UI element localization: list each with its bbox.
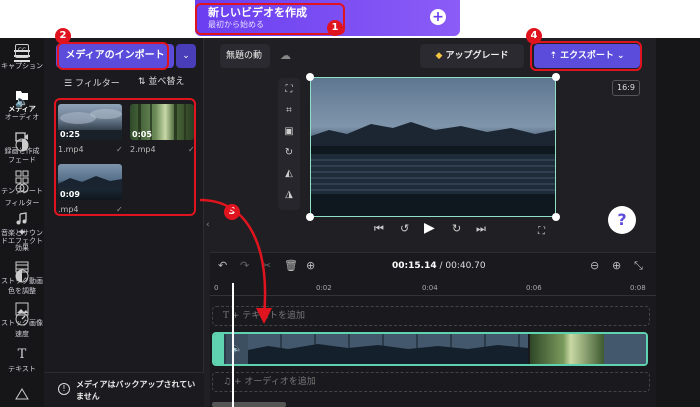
music-icon [16, 212, 27, 225]
resize-handle[interactable] [306, 73, 314, 81]
help-button[interactable]: ? [608, 206, 636, 234]
filter-icon: ☰ [64, 79, 73, 89]
annotation-arrow [199, 198, 272, 324]
ruler-tick: 0:04 [422, 284, 438, 292]
rail-item-speed[interactable]: 速度 [0, 312, 44, 339]
timeline-scrollbar[interactable] [212, 402, 286, 407]
rail-item-label: 色を調整 [8, 287, 36, 295]
sidebar-item-text[interactable]: T テキスト [0, 347, 44, 374]
upgrade-button[interactable]: ◆ アップグレード [420, 44, 524, 68]
right-properties-rail [656, 38, 700, 407]
speedometer-icon [15, 312, 29, 326]
fade-icon [15, 138, 29, 152]
chevron-down-icon[interactable]: ⌄ [176, 44, 196, 68]
info-icon: ! [58, 383, 70, 395]
rail-item-label: 効果 [15, 244, 29, 252]
resize-handle[interactable] [306, 213, 314, 221]
video-preview[interactable] [306, 73, 560, 221]
volume-icon: 🔈 [15, 95, 29, 108]
total-time: / 00:40.70 [439, 261, 486, 271]
ruler-tick: 0:02 [316, 284, 332, 292]
current-time: 00:15.14 [392, 261, 437, 271]
add-audio-label: + オーディオを追加 [233, 377, 316, 387]
ruler-tick: 0:06 [526, 284, 542, 292]
sidebar-item-label: テキスト [8, 365, 36, 373]
contrast-icon [15, 269, 29, 283]
project-title[interactable]: 無題の動 [220, 44, 270, 68]
sidebar-item-more[interactable] [0, 388, 44, 405]
rail-item-label: フィルター [4, 199, 40, 207]
rail-item-captions[interactable]: CC キャプション [0, 44, 44, 71]
preview-frame [311, 78, 555, 216]
shapes-icon [15, 388, 29, 400]
backup-notice[interactable]: ! メディアはバックアップされていません [44, 372, 204, 407]
timecode: 00:15.14 / 00:40.70 [392, 261, 486, 271]
rewind-5-icon[interactable]: ↺ [400, 222, 409, 235]
clip-frames [604, 334, 646, 364]
zoom-out-icon[interactable]: ⊖ [590, 259, 599, 272]
rail-item-filters[interactable]: フィルター [0, 181, 44, 208]
fit-timeline-icon[interactable]: ⤡ [634, 259, 643, 273]
diamond-icon: ◆ [435, 51, 443, 61]
annotation-badge: 2 [55, 28, 71, 44]
forward-5-icon[interactable]: ↻ [452, 222, 461, 235]
flip-horizontal-icon[interactable]: ◭ [283, 168, 295, 180]
annotation-box [54, 98, 196, 216]
rotate-icon[interactable]: ↻ [283, 147, 295, 159]
rail-item-effects[interactable]: ✦ 効果 [0, 226, 44, 253]
filter-circles-icon [15, 183, 29, 193]
filter-button[interactable]: ☰ フィルター [64, 76, 120, 89]
annotation-box [195, 3, 345, 35]
annotation-box [57, 42, 169, 70]
skip-forward-icon[interactable]: ⏭ [476, 222, 486, 236]
ruler-tick: 0:08 [630, 284, 646, 292]
annotation-box [530, 41, 642, 71]
sort-label: 並べ替え [148, 77, 185, 87]
music-note-icon: ♫ [223, 377, 232, 387]
cloud-off-icon: ☁ [280, 49, 291, 62]
skip-back-icon[interactable]: ⏮ [374, 222, 384, 236]
zoom-in-icon[interactable]: ⊕ [612, 259, 621, 272]
aspect-ratio-button[interactable]: 16:9 [612, 80, 640, 96]
annotation-badge: 1 [327, 20, 343, 36]
rail-item-fade[interactable]: フェード [0, 138, 44, 165]
backup-notice-text: メディアはバックアップされていません [76, 380, 196, 401]
text-icon: T [17, 347, 27, 362]
sort-icon: ⇅ [138, 77, 146, 87]
plus-icon[interactable]: + [430, 9, 446, 25]
add-audio-track[interactable]: ♫ + オーディオを追加 [212, 372, 650, 392]
fullscreen-icon[interactable]: ⛶ [538, 226, 545, 237]
crop-icon[interactable]: ⌗ [283, 105, 295, 117]
resize-handle[interactable] [552, 73, 560, 81]
clip-frame-strip [248, 344, 528, 364]
clip-frames [528, 334, 604, 364]
upgrade-label: アップグレード [445, 51, 509, 61]
magic-wand-icon: ✦ [17, 226, 27, 239]
pip-icon[interactable]: ▣ [283, 126, 295, 138]
annotation-badge: 4 [526, 28, 542, 44]
clip-frames [248, 334, 528, 364]
sort-button[interactable]: ⇅ 並べ替え [138, 74, 184, 87]
rail-item-label: オーディオ [4, 113, 40, 121]
rail-item-color[interactable]: 色を調整 [0, 269, 44, 296]
play-icon[interactable]: ▶ [424, 220, 435, 236]
fit-icon[interactable]: ⛶ [283, 84, 295, 96]
add-clip-icon[interactable]: ⊕ [306, 259, 315, 272]
rail-item-label: キャプション [1, 62, 43, 70]
filter-label: フィルター [74, 79, 120, 89]
rail-item-label: フェード [8, 156, 36, 164]
captions-icon: CC [15, 44, 29, 58]
rail-item-audio[interactable]: 🔈 オーディオ [0, 95, 44, 122]
resize-handle[interactable] [552, 213, 560, 221]
rail-item-label: 速度 [15, 330, 29, 338]
